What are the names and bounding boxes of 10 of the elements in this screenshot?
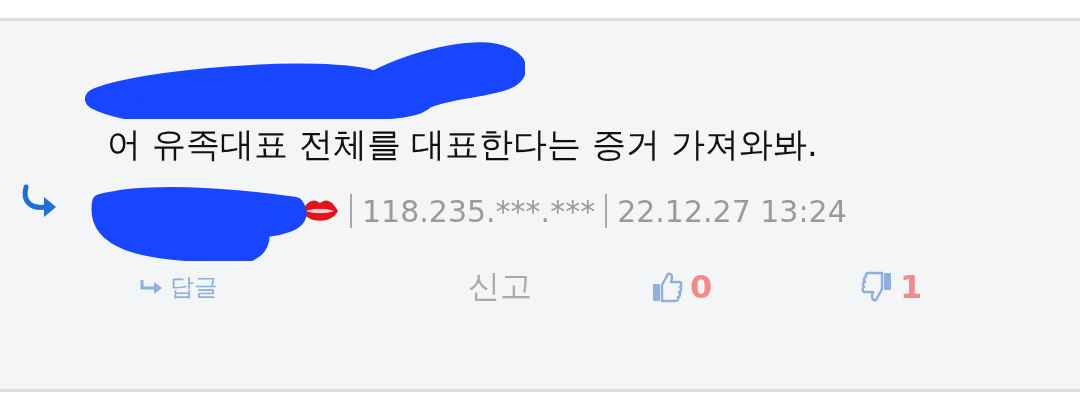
reply-button[interactable]: 답글 (140, 271, 218, 303)
report-button[interactable]: 신고 (468, 265, 532, 309)
comment-date: 22.12.27 13:24 (617, 193, 847, 229)
ip-address: 118.235.***.*** (362, 193, 596, 229)
dislike-button[interactable]: 1 (860, 268, 923, 306)
thumbs-up-icon (650, 270, 684, 304)
comment-text: 어 유족대표 전체를 대표한다는 증거 가져와봐. (106, 123, 819, 166)
thumbs-down-icon (860, 270, 894, 304)
like-button[interactable]: 0 (650, 268, 713, 306)
reply-arrow-icon (140, 279, 164, 295)
